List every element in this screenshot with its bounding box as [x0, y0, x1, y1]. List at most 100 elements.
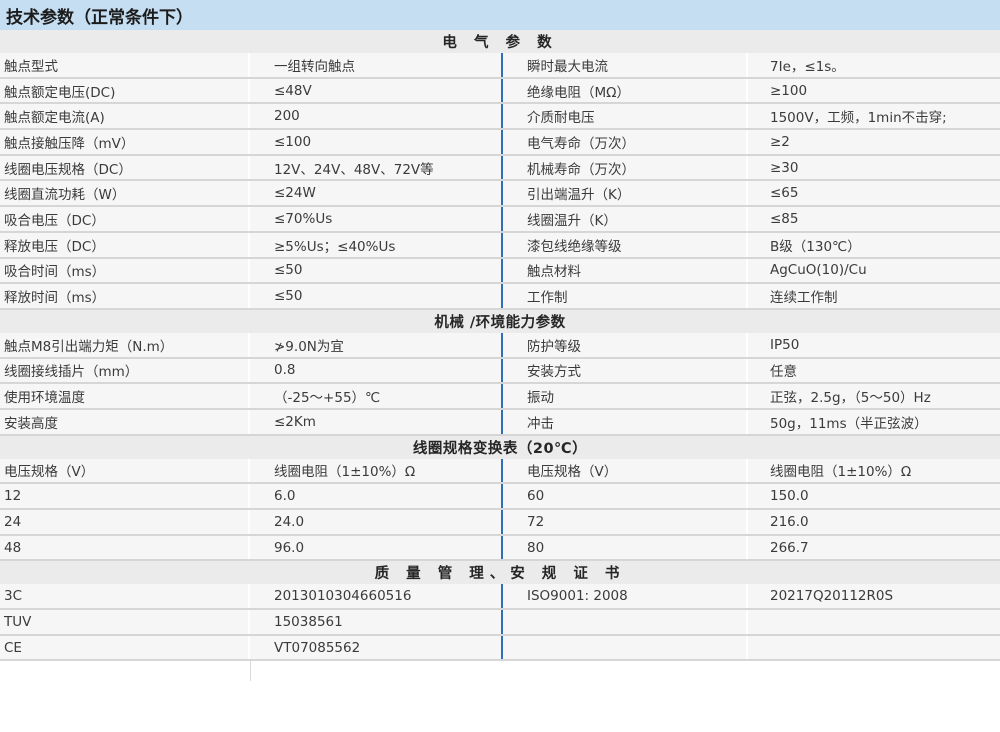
table-cell-param-name: 72 — [501, 510, 748, 534]
table-cell-param-name: CE — [0, 635, 250, 660]
table-row: 释放电压（DC） ≥5%Us；≤40%Us 漆包线绝缘等级 B级（130℃） — [0, 232, 1000, 259]
table-cell-param-value: ≤50 — [274, 288, 303, 305]
section-header-coil: 线圈规格变换表（20℃） — [0, 435, 1000, 459]
table-cell-param-value: ≯9.0N为宜 — [274, 338, 344, 355]
table-cell-param-value: 216.0 — [770, 513, 809, 530]
table-cell-param-value: 一组转向触点 — [274, 58, 355, 75]
table-row: 吸合时间（ms） ≤50 触点材料 AgCuO(10)/Cu — [0, 258, 1000, 285]
table-cell-param-name: 冲击 — [501, 409, 748, 434]
table-cell-param-name: 电压规格（V） — [501, 458, 748, 483]
table-cell-param-value: 正弦，2.5g，（5～50）Hz — [770, 390, 931, 407]
table-cell-param-value: ≤65 — [770, 185, 799, 202]
table-cell-param-name: 使用环境温度 — [0, 384, 250, 408]
table-row: 24 24.0 72 216.0 — [0, 510, 1000, 536]
table-cell-param-name: 介质耐电压 — [501, 104, 748, 129]
table-row: 使用环境温度 （-25～+55）℃ 振动 正弦，2.5g，（5～50）Hz — [0, 384, 1000, 410]
table-cell-param-value: 1500V，工频，1min不击穿; — [770, 110, 947, 127]
table-row: 电压规格（V） 线圈电阻（1±10%）Ω 电压规格（V） 线圈电阻（1±10%）Ω — [0, 458, 1000, 485]
table-cell-param-value: ≤2Km — [274, 413, 316, 430]
table-cell-param-name: 机械寿命（万次） — [501, 155, 748, 180]
table-cell-param-value: ≥30 — [770, 159, 799, 176]
table-cell-param-name: 线圈温升（K） — [501, 207, 748, 231]
footer-gap — [0, 661, 1000, 682]
table-cell-param-name: 24 — [0, 510, 250, 534]
table-cell-param-value: 2013010304660516 — [274, 588, 412, 605]
table-cell-param-name — [501, 635, 748, 660]
table-cell-param-value: ≤85 — [770, 210, 799, 227]
column-divider — [250, 661, 251, 682]
table-cell-param-value: ≥5%Us；≤40%Us — [274, 238, 396, 255]
table-cell-param-name: 触点M8引出端力矩（N.m） — [0, 332, 250, 357]
table-row: CE VT07085562 — [0, 635, 1000, 662]
table-cell-param-name: 线圈接线插片（mm） — [0, 358, 250, 383]
electrical-table: 触点型式 一组转向触点 瞬时最大电流 7Ie，≤1s。触点额定电压(DC) ≤48V 绝缘… — [0, 53, 1000, 310]
table-cell-param-value: ≤48V — [274, 82, 312, 99]
table-cell-param-value: 任意 — [770, 364, 797, 381]
table-cell-param-name: 振动 — [501, 384, 748, 408]
table-row: 3C 2013010304660516 ISO9001: 2008 20217Q201… — [0, 584, 1000, 611]
table-cell-param-name: 60 — [501, 484, 748, 508]
table-cell-param-value: VT07085562 — [274, 639, 361, 656]
mechanical-table: 触点M8引出端力矩（N.m） ≯9.0N为宜 防护等级 IP50 线圈接线插片（mm） 0… — [0, 332, 1000, 436]
table-cell-param-name: 线圈直流功耗（W） — [0, 181, 250, 206]
table-cell-param-value: ≤70%Us — [274, 210, 333, 227]
table-cell-param-name: 电气寿命（万次） — [501, 130, 748, 154]
table-row: 线圈电压规格（DC） 12V、24V、48V、72V等 机械寿命（万次） ≥30 — [0, 155, 1000, 182]
table-cell-param-value: 15038561 — [274, 613, 343, 630]
table-cell-param-name: 安装方式 — [501, 358, 748, 383]
table-cell-param-name: 引出端温升（K） — [501, 181, 748, 206]
table-row: 12 6.0 60 150.0 — [0, 484, 1000, 510]
table-cell-param-name: 释放时间（ms） — [0, 284, 250, 308]
table-cell-param-value — [748, 610, 1000, 634]
table-cell-param-value: 12V、24V、48V、72V等 — [274, 161, 434, 178]
table-cell-param-name: 线圈电压规格（DC） — [0, 155, 250, 180]
table-cell-param-value: AgCuO(10)/Cu — [770, 262, 867, 279]
table-cell-param-name: 触点型式 — [0, 53, 250, 77]
table-cell-param-name: 安装高度 — [0, 409, 250, 434]
table-cell-param-value: 连续工作制 — [770, 290, 838, 307]
table-cell-param-value: 50g，11ms（半正弦波） — [770, 415, 928, 432]
table-cell-param-name: 3C — [0, 584, 250, 609]
table-cell-param-value: ≤50 — [274, 262, 303, 279]
table-row: 触点额定电压(DC) ≤48V 绝缘电阻（MΩ） ≥100 — [0, 78, 1000, 105]
table-cell-param-name: 漆包线绝缘等级 — [501, 232, 748, 257]
table-row: 线圈直流功耗（W） ≤24W 引出端温升（K） ≤65 — [0, 181, 1000, 208]
table-cell-param-name: 触点额定电流(A) — [0, 104, 250, 129]
table-cell-param-value: ≥2 — [770, 133, 790, 150]
table-cell-param-value: 6.0 — [274, 488, 296, 505]
table-cell-param-value: ≤100 — [274, 133, 312, 150]
table-cell-param-name: 触点材料 — [501, 258, 748, 283]
table-cell-param-name: 释放电压（DC） — [0, 232, 250, 257]
table-cell-param-value: 24.0 — [274, 513, 305, 530]
section-header-mechanical: 机械 /环境能力参数 — [0, 309, 1000, 333]
table-cell-param-value: 线圈电阻（1±10%）Ω — [770, 464, 912, 481]
spec-sheet: 技术参数（正常条件下） 电 气 参 数 触点型式 一组转向触点 瞬时最大电流 7Ie，… — [0, 0, 1000, 732]
table-cell-param-value: 7Ie，≤1s。 — [770, 58, 845, 75]
table-row: 48 96.0 80 266.7 — [0, 535, 1000, 562]
table-cell-param-name: TUV — [0, 610, 250, 634]
table-cell-param-value: 200 — [274, 108, 300, 125]
table-cell-param-value — [748, 636, 1000, 660]
table-row: 触点接触压降（mV） ≤100 电气寿命（万次） ≥2 — [0, 130, 1000, 156]
table-cell-param-name: 触点额定电压(DC) — [0, 78, 250, 103]
table-cell-param-value: 96.0 — [274, 539, 305, 556]
table-cell-param-value: （-25～+55）℃ — [274, 390, 381, 407]
table-cell-param-name: 瞬时最大电流 — [501, 53, 748, 77]
table-cell-param-name — [501, 610, 748, 634]
table-cell-param-value: ≥100 — [770, 82, 808, 99]
table-row: 触点额定电流(A) 200 介质耐电压 1500V，工频，1min不击穿; — [0, 104, 1000, 131]
table-cell-param-name: ISO9001: 2008 — [501, 584, 748, 609]
table-cell-param-value: 20217Q20112R0S — [770, 588, 894, 605]
table-row: 安装高度 ≤2Km 冲击 50g，11ms（半正弦波） — [0, 409, 1000, 436]
table-cell-param-name: 电压规格（V） — [0, 458, 250, 483]
table-cell-param-name: 绝缘电阻（MΩ） — [501, 78, 748, 103]
coil-table: 电压规格（V） 线圈电阻（1±10%）Ω 电压规格（V） 线圈电阻（1±10%）Ω 12… — [0, 458, 1000, 562]
table-row: TUV 15038561 — [0, 610, 1000, 636]
table-cell-param-name: 48 — [0, 535, 250, 560]
page-title: 技术参数（正常条件下） — [0, 0, 1000, 30]
table-cell-param-name: 工作制 — [501, 284, 748, 308]
table-cell-param-name: 吸合时间（ms） — [0, 258, 250, 283]
table-cell-param-value: B级（130℃） — [770, 238, 861, 255]
table-cell-param-name: 防护等级 — [501, 332, 748, 357]
section-header-electrical: 电 气 参 数 — [0, 30, 1000, 53]
